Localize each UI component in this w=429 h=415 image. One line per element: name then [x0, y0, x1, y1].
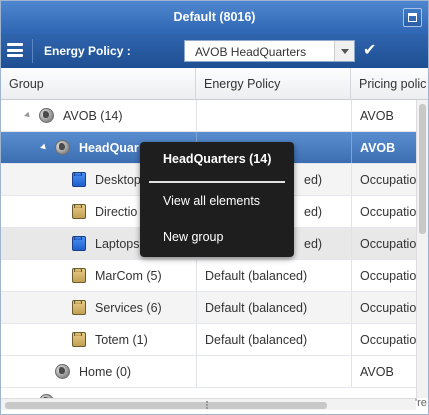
pricing-policy-cell: Occupatio [351, 292, 416, 323]
title-bar: Default (8016) [1, 1, 428, 34]
energy-policy-label: Energy Policy : [44, 44, 131, 58]
energy-policy-select[interactable]: AVOB HeadQuarters [184, 40, 355, 62]
tan-folder-icon [72, 332, 86, 347]
context-menu-header: HeadQuarters (14) [163, 152, 272, 166]
pricing-policy-cell: Occupatio [351, 324, 416, 355]
menu-item-new-group[interactable]: New group [163, 230, 223, 244]
group-name: Directio [95, 205, 138, 219]
column-header-group[interactable]: Group [1, 68, 196, 100]
group-window: Default (8016) Energy Policy : AVOB Head… [0, 0, 429, 415]
group-name: MarCom (5) [95, 269, 162, 283]
group-name: Totem (1) [95, 333, 148, 347]
globe-icon [55, 364, 70, 379]
pricing-policy-cell: AVOB [351, 132, 416, 163]
blue-folder-icon [72, 172, 86, 187]
energy-policy-cell: ed) [304, 205, 323, 219]
table-row[interactable]: Totem (1) Default (balanced) Occupatio [1, 324, 416, 356]
toolbar: Energy Policy : AVOB HeadQuarters ✔ [1, 34, 428, 68]
grid-header: Group Energy Policy Pricing polic [1, 68, 428, 100]
expand-arrow-icon[interactable] [24, 111, 32, 120]
context-menu: HeadQuarters (14) View all elements New … [140, 142, 294, 257]
menu-item-view-all-elements[interactable]: View all elements [163, 194, 260, 208]
globe-icon [39, 108, 54, 123]
group-name: Services (6) [95, 301, 162, 315]
table-row[interactable]: AVOB (14) AVOB [1, 100, 416, 132]
energy-policy-cell [196, 356, 351, 387]
pricing-policy-cell: AVOB [351, 100, 416, 131]
hamburger-menu-icon[interactable] [7, 43, 23, 57]
pricing-policy-cell: Occupatio [351, 260, 416, 291]
pricing-policy-cell: Occupatio [351, 228, 416, 259]
energy-policy-selected-value: AVOB HeadQuarters [195, 45, 307, 59]
tan-folder-icon [72, 204, 86, 219]
energy-policy-cell: Default (balanced) [196, 292, 351, 323]
table-row[interactable]: MarCom (5) Default (balanced) Occupatio [1, 260, 416, 292]
horizontal-scrollbar[interactable] [1, 398, 416, 410]
vertical-scrollbar[interactable] [416, 100, 428, 398]
horizontal-scrollbar-thumb[interactable] [5, 402, 327, 409]
group-name: Home (0) [79, 365, 132, 379]
table-row-partial[interactable] [1, 388, 416, 398]
pricing-policy-cell: Occupatio [351, 164, 416, 195]
corner-partial-text: 're [415, 397, 427, 409]
context-menu-divider [149, 181, 285, 183]
column-header-energy-policy[interactable]: Energy Policy [196, 68, 351, 100]
pricing-policy-cell: Occupatio [351, 196, 416, 227]
energy-policy-cell: Default (balanced) [196, 324, 351, 355]
window-title: Default (8016) [173, 10, 256, 24]
chevron-down-icon[interactable] [334, 41, 354, 61]
energy-policy-cell: ed) [304, 237, 323, 251]
checkmark-icon[interactable]: ✔ [363, 40, 376, 60]
energy-policy-cell: ed) [304, 173, 323, 187]
maximize-icon [408, 13, 417, 22]
group-name: Desktop [95, 173, 141, 187]
energy-policy-cell [196, 100, 351, 131]
maximize-button[interactable] [403, 8, 422, 27]
expand-arrow-icon[interactable] [40, 143, 48, 152]
group-name: HeadQuar [79, 141, 139, 155]
grip-icon [206, 401, 218, 409]
tan-folder-icon [72, 268, 86, 283]
globe-icon [55, 140, 70, 155]
table-row[interactable]: Home (0) AVOB [1, 356, 416, 388]
toolbar-divider [32, 39, 33, 63]
energy-policy-cell: Default (balanced) [196, 260, 351, 291]
group-name: AVOB (14) [63, 109, 123, 123]
tan-folder-icon [72, 300, 86, 315]
table-row[interactable]: Services (6) Default (balanced) Occupati… [1, 292, 416, 324]
pricing-policy-cell: AVOB [351, 356, 416, 387]
group-name: Laptops [95, 237, 140, 251]
column-header-pricing-policy[interactable]: Pricing polic [351, 68, 428, 100]
vertical-scrollbar-thumb[interactable] [419, 104, 426, 234]
blue-folder-icon [72, 236, 86, 251]
